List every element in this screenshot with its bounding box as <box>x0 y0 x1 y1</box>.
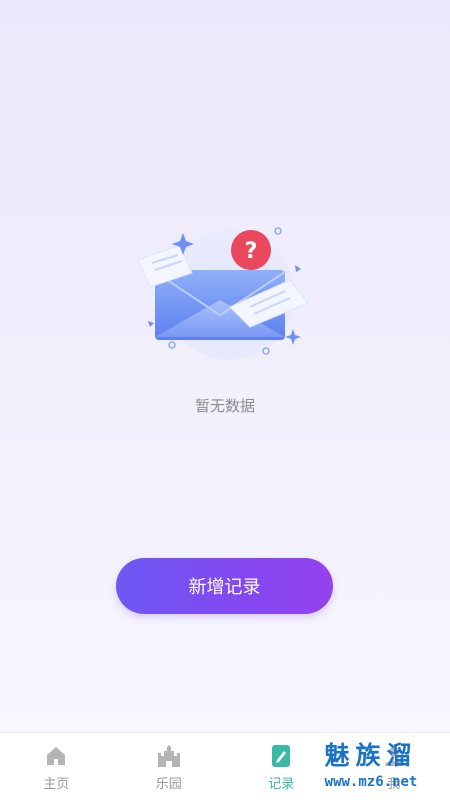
watermark-title: 魅族溜 <box>324 741 418 770</box>
tab-park-label: 乐园 <box>155 777 182 792</box>
watermark: 魅族溜 www.mz6.net <box>306 736 436 796</box>
empty-message: 暂无数据 <box>194 397 255 415</box>
tab-record-label: 记录 <box>268 777 295 792</box>
add-record-button[interactable]: 新增记录 <box>116 558 333 614</box>
record-icon <box>268 743 294 769</box>
tab-home[interactable]: 主页 <box>0 733 113 800</box>
svg-text:?: ? <box>245 239 258 264</box>
castle-icon <box>156 743 182 769</box>
empty-mail-icon: ? <box>137 227 309 360</box>
tab-park[interactable]: 乐园 <box>113 733 226 800</box>
watermark-url: www.mz6.net <box>324 774 418 790</box>
tab-home-label: 主页 <box>43 777 70 792</box>
home-icon <box>43 743 69 769</box>
